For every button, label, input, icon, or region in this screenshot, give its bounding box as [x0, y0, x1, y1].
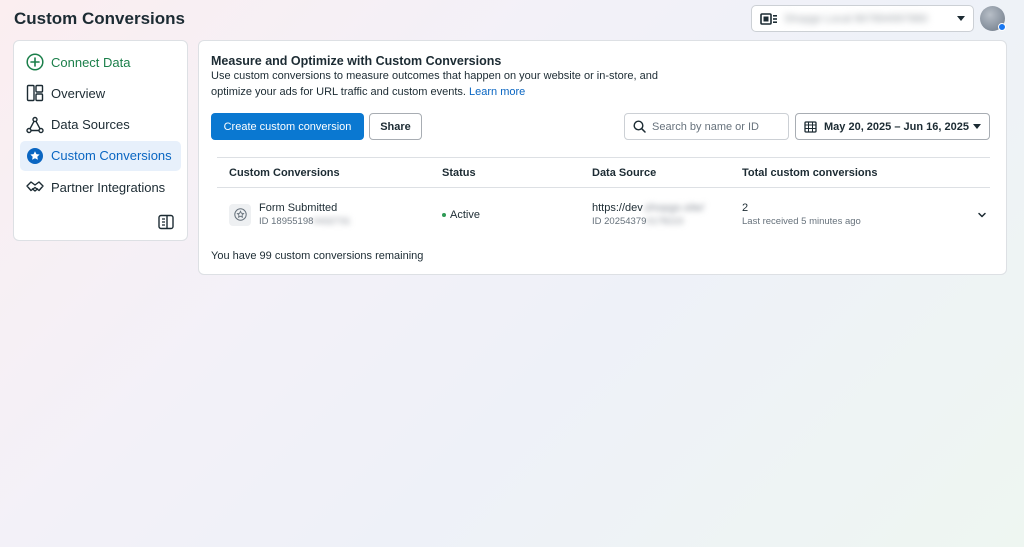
star-badge-icon [26, 147, 44, 165]
conversion-name[interactable]: Form Submitted [259, 202, 350, 214]
conversion-id-visible: ID 18955198 [259, 216, 314, 227]
search-input[interactable] [652, 120, 772, 133]
sidebar: Connect Data Overview Data Sources Custo… [13, 40, 188, 241]
sidebar-collapse-icon[interactable] [158, 214, 174, 230]
data-source-cell: https://dev.shopgo.site/ ID 202543790178… [592, 202, 742, 227]
sidebar-item-label: Partner Integrations [51, 179, 166, 195]
date-range-picker[interactable]: May 20, 2025 – Jun 16, 2025 [795, 113, 990, 140]
star-icon [229, 203, 251, 226]
total-cell: 2 Last received 5 minutes ago [742, 202, 990, 227]
sidebar-item-overview[interactable]: Overview [20, 78, 181, 108]
sidebar-item-label: Connect Data [51, 54, 131, 70]
dashboard-icon [26, 84, 44, 102]
section-headline: Measure and Optimize with Custom Convers… [211, 54, 502, 68]
page-title: Custom Conversions [14, 9, 185, 28]
main-panel: Measure and Optimize with Custom Convers… [198, 40, 1007, 275]
conversions-table: Custom Conversions Status Data Source To… [217, 157, 990, 241]
network-icon [26, 116, 44, 134]
status-cell: Active [442, 209, 592, 221]
data-source-url: https://dev [592, 202, 642, 214]
chevron-down-icon [973, 124, 981, 129]
status-text: Active [450, 208, 480, 221]
column-header: Total custom conversions [742, 166, 878, 179]
description-text: Use custom conversions to measure outcom… [211, 70, 658, 98]
share-button[interactable]: Share [369, 113, 422, 140]
avatar[interactable] [980, 6, 1006, 31]
sidebar-item-data-sources[interactable]: Data Sources [20, 110, 181, 140]
sidebar-item-connect-data[interactable]: Connect Data [20, 47, 181, 77]
create-custom-conversion-button[interactable]: Create custom conversion [211, 113, 364, 140]
sidebar-item-partner-integrations[interactable]: Partner Integrations [20, 172, 181, 202]
search-icon [633, 120, 646, 133]
conversion-id: ID 189551980432731 [259, 216, 350, 227]
chevron-down-icon[interactable] [976, 209, 988, 221]
search-input-wrapper[interactable] [624, 113, 789, 140]
table-header: Custom Conversions Status Data Source To… [217, 157, 990, 188]
column-header: Data Source [592, 166, 657, 179]
ad-account-icon [760, 12, 777, 25]
data-source-id-redacted: 0178223 [646, 216, 684, 227]
sidebar-item-label: Overview [51, 85, 106, 101]
status-dot [442, 212, 446, 217]
last-received: Last received 5 minutes ago [742, 216, 861, 227]
conversion-cell: Form Submitted ID 189551980432731 [217, 202, 442, 227]
sidebar-item-label: Data Sources [51, 117, 130, 133]
data-source-url-redacted: .shopgo.site/ [641, 202, 705, 214]
total-count: 2 [742, 202, 749, 214]
learn-more-link[interactable]: Learn more [469, 86, 525, 98]
remaining-count-text: You have 99 custom conversions remaining [211, 250, 424, 262]
handshake-icon [26, 178, 44, 196]
section-description: Use custom conversions to measure outcom… [211, 69, 671, 100]
notification-dot [998, 23, 1006, 31]
data-source-id: ID 20254379 [592, 216, 647, 227]
table-row[interactable]: Form Submitted ID 189551980432731 Active… [217, 188, 990, 241]
sidebar-item-custom-conversions[interactable]: Custom Conversions [20, 140, 181, 171]
column-header: Custom Conversions [229, 166, 340, 179]
chevron-down-icon [957, 16, 965, 21]
column-header: Status [442, 166, 476, 179]
calendar-icon [804, 121, 817, 133]
add-circle-icon [26, 53, 44, 71]
conversion-id-redacted: 0432731 [313, 216, 351, 227]
date-range-label: May 20, 2025 – Jun 16, 2025 [824, 120, 969, 133]
account-selector[interactable]: Shopgo Local 867894997880 [751, 5, 974, 32]
sidebar-item-label: Custom Conversions [51, 148, 172, 164]
account-name: Shopgo Local 867894997880 [784, 12, 928, 25]
